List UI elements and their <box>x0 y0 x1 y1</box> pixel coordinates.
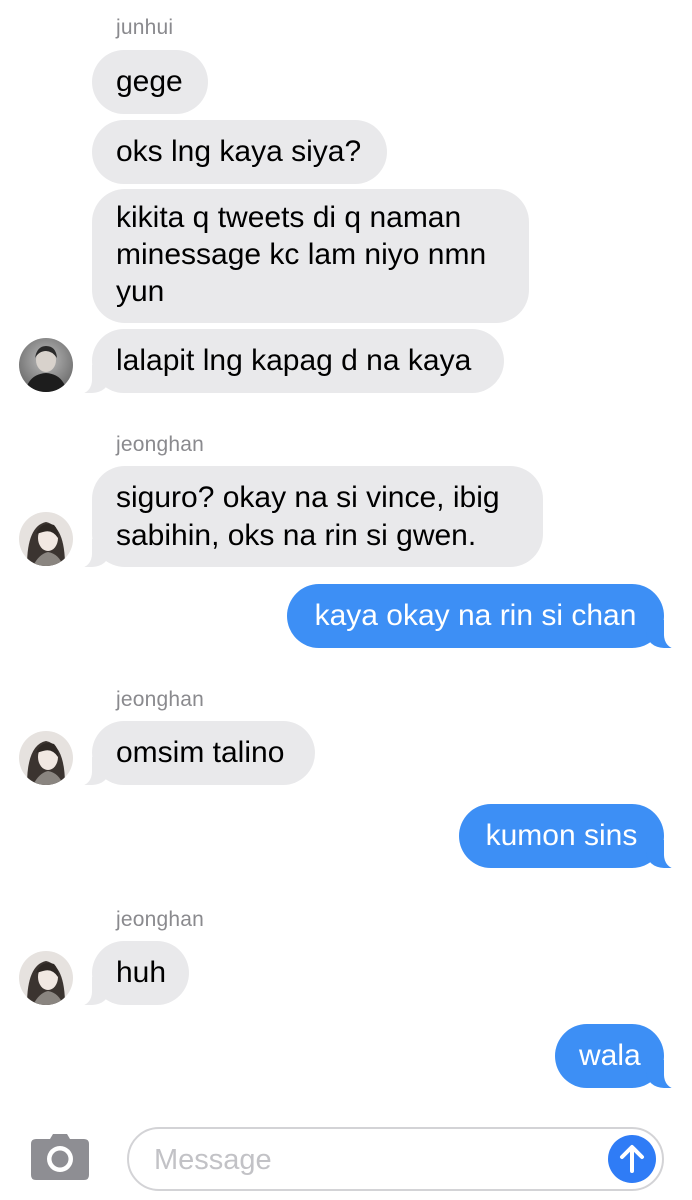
message-bubble-incoming[interactable]: siguro? okay na si vince, ibig sabihin, … <box>72 466 543 568</box>
message-bubble-outgoing[interactable]: wala <box>555 1024 684 1089</box>
avatar-jeonghan-photo <box>19 951 73 1005</box>
message-bubble-incoming[interactable]: gege <box>92 50 208 114</box>
sender-name-jeonghan: jeonghan <box>116 688 205 711</box>
message-bubble-incoming[interactable]: lalapit lng kapag d na kaya <box>72 329 504 394</box>
avatar-jeonghan[interactable] <box>19 731 73 785</box>
avatar-junhui-photo <box>19 338 73 392</box>
arrow-up-icon <box>620 1145 644 1173</box>
message-bubble-incoming[interactable]: huh <box>72 941 189 1006</box>
sender-name-jeonghan: jeonghan <box>116 908 205 931</box>
avatar-jeonghan[interactable] <box>19 512 73 566</box>
message-bubble-outgoing[interactable]: kumon sins <box>459 804 684 869</box>
message-input[interactable] <box>154 1141 574 1179</box>
message-composer[interactable] <box>127 1127 664 1191</box>
camera-button[interactable] <box>30 1133 90 1181</box>
avatar-jeonghan-photo <box>19 731 73 785</box>
message-bubble-incoming[interactable]: kikita q tweets di q naman minessage kc … <box>92 189 529 323</box>
avatar-junhui[interactable] <box>19 338 73 392</box>
camera-icon <box>31 1134 89 1180</box>
message-bubble-incoming[interactable]: oks lng kaya siya? <box>92 120 387 184</box>
avatar-jeonghan-photo <box>19 512 73 566</box>
message-bubble-incoming[interactable]: omsim talino <box>72 721 315 786</box>
message-bubble-outgoing[interactable]: kaya okay na rin si chan <box>287 584 684 649</box>
sender-name-junhui: junhui <box>116 16 174 39</box>
sender-name-jeonghan: jeonghan <box>116 433 205 456</box>
send-button[interactable] <box>608 1135 656 1183</box>
avatar-jeonghan[interactable] <box>19 951 73 1005</box>
